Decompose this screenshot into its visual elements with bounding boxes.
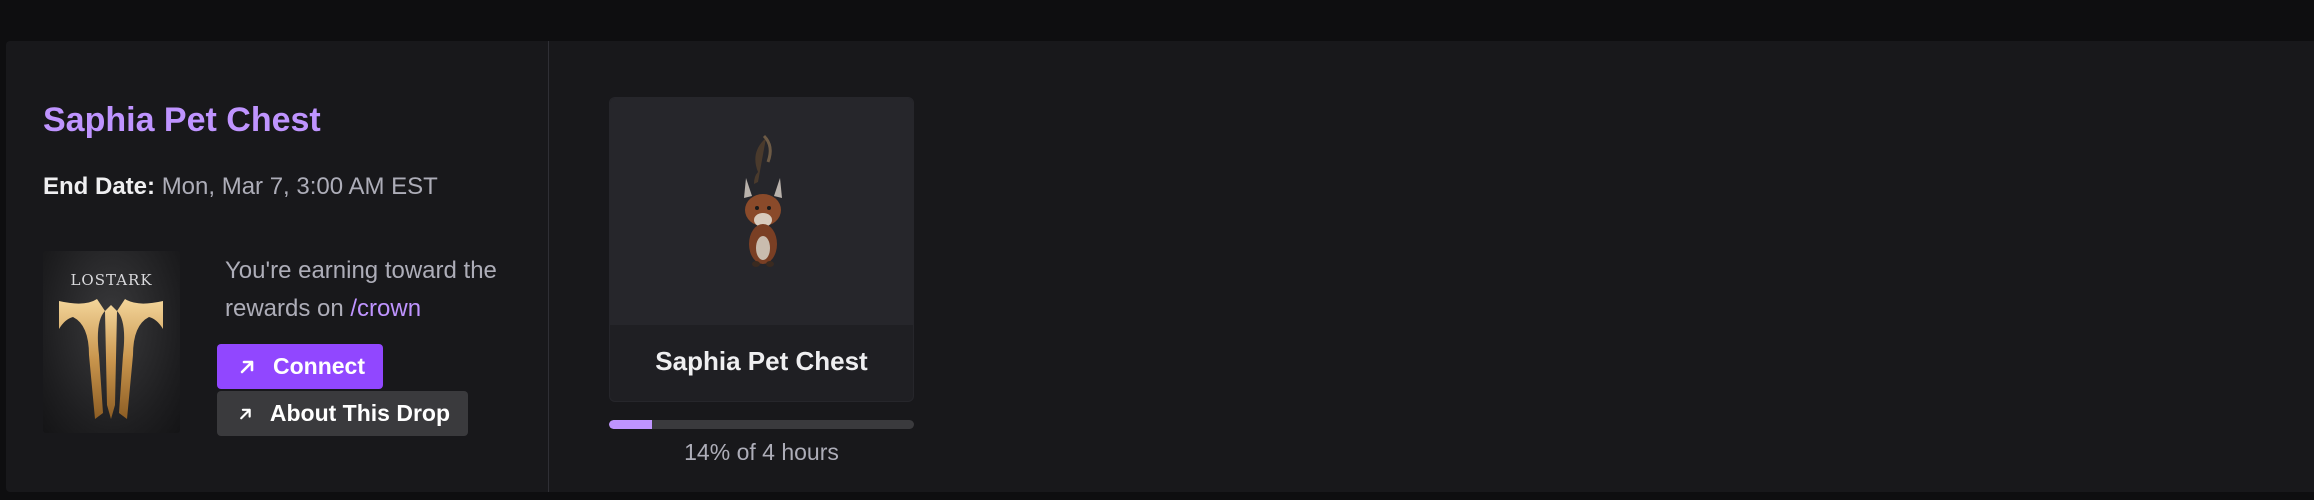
end-date: End Date: Mon, Mar 7, 3:00 AM EST bbox=[43, 173, 438, 201]
earning-message: You're earning toward the rewards on /cr… bbox=[225, 252, 515, 328]
end-date-label: End Date: bbox=[43, 173, 156, 200]
lost-ark-logo-icon bbox=[59, 299, 163, 419]
reward-name: Saphia Pet Chest bbox=[655, 346, 868, 376]
external-arrow-icon bbox=[240, 360, 254, 373]
game-box-art[interactable]: LOSTARK bbox=[43, 251, 180, 433]
game-logo-text: LOSTARK bbox=[70, 271, 153, 289]
about-button-label: About This Drop bbox=[269, 400, 450, 426]
channel-link[interactable]: /crown bbox=[350, 295, 421, 322]
connect-button[interactable]: Connect bbox=[217, 344, 383, 389]
about-this-drop-button[interactable]: About This Drop bbox=[217, 391, 468, 436]
reward-tile[interactable]: Saphia Pet Chest bbox=[609, 97, 914, 402]
connect-button-label: Connect bbox=[273, 353, 365, 379]
drop-campaign-card: Saphia Pet Chest End Date: Mon, Mar 7, 3… bbox=[6, 41, 2314, 492]
drops-page: Saphia Pet Chest End Date: Mon, Mar 7, 3… bbox=[0, 0, 2314, 500]
external-arrow-icon bbox=[240, 408, 251, 419]
end-date-value: Mon, Mar 7, 3:00 AM EST bbox=[161, 173, 438, 200]
progress-label: 14% of 4 hours bbox=[684, 439, 839, 465]
campaign-info-panel: Saphia Pet Chest End Date: Mon, Mar 7, 3… bbox=[6, 41, 549, 492]
progress-bar bbox=[609, 420, 914, 429]
campaign-title: Saphia Pet Chest bbox=[43, 101, 321, 139]
fox-pet-image bbox=[744, 134, 782, 267]
reward-image bbox=[610, 98, 913, 325]
progress-fill bbox=[609, 420, 652, 429]
